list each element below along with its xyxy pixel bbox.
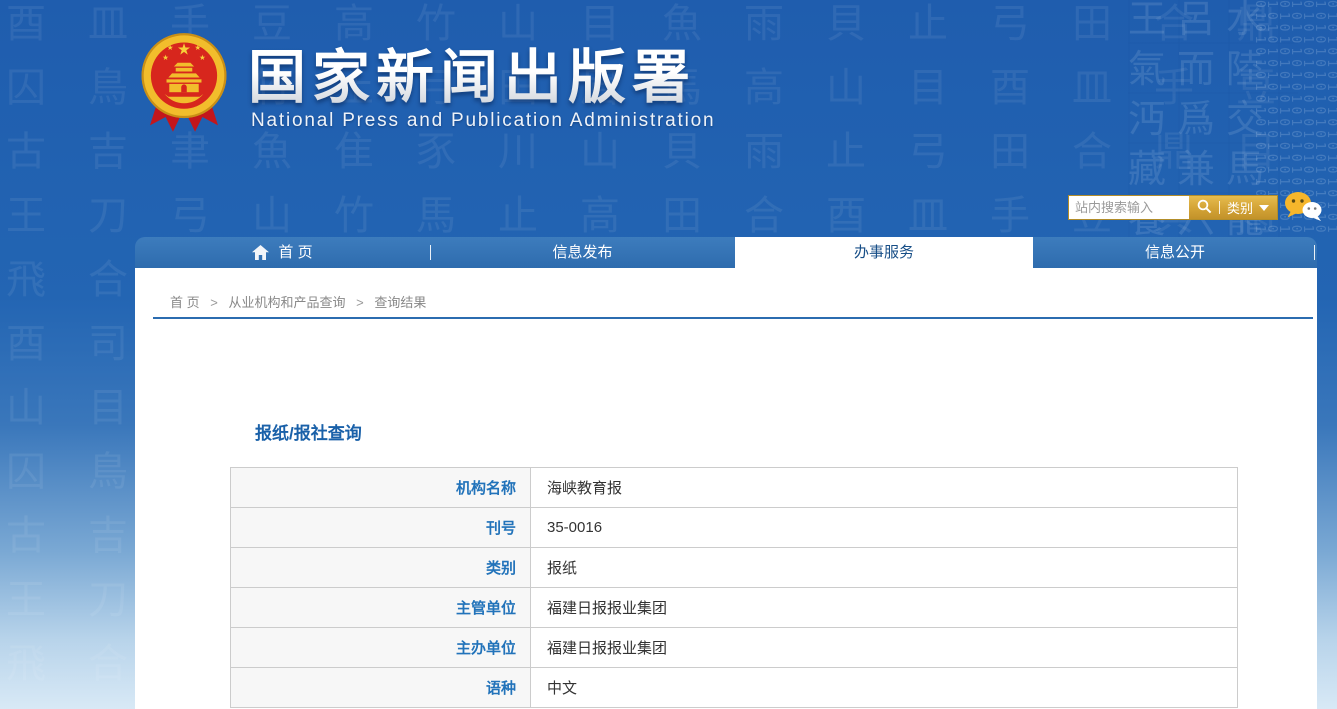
table-row: 类别 报纸: [230, 547, 1238, 588]
svg-text:★: ★: [162, 53, 169, 62]
breadcrumb-current: 查询结果: [374, 295, 427, 310]
svg-text:★: ★: [199, 53, 206, 62]
nav-item-label: 信息发布: [552, 244, 613, 261]
query-result-table: 机构名称 海峡教育报 刊号 35-0016 类别 报纸 主管单位 福建日报报业集…: [230, 467, 1238, 708]
field-value: 35-0016: [530, 507, 1238, 548]
svg-text:★: ★: [177, 41, 191, 58]
wechat-icon[interactable]: [1283, 190, 1323, 222]
page: 酉皿手豆高竹山目魚雨貝止弓田合鼎 囚鳥月竹止弓田眉馬高山目酉皿手豆 古吉聿魚隹豕…: [0, 0, 1337, 709]
table-row: 主管单位 福建日报报业集团: [230, 587, 1238, 628]
page-title: 报纸/报社查询: [255, 424, 362, 443]
svg-text:★: ★: [194, 43, 201, 52]
search-controls: 类别: [1189, 196, 1278, 219]
search-divider: [1219, 201, 1220, 214]
field-value: 中文: [530, 667, 1238, 708]
breadcrumb-home[interactable]: 首 页: [170, 295, 200, 310]
nav-item-xinxifabu[interactable]: 信息发布: [430, 237, 735, 268]
field-value: 海峡教育报: [530, 467, 1238, 508]
search-icon: [1197, 199, 1212, 217]
table-row: 语种 中文: [230, 667, 1238, 708]
field-value: 报纸: [530, 547, 1238, 588]
nav-item-home[interactable]: 首 页: [135, 237, 430, 268]
breadcrumb-separator: >: [356, 295, 364, 310]
site-title: 国家新闻出版署: [248, 30, 696, 114]
category-label: 类别: [1227, 201, 1254, 216]
breadcrumb-rule: [153, 317, 1313, 319]
nav-item-label: 信息公开: [1144, 244, 1205, 261]
content-panel: 首 页 > 从业机构和产品查询 > 查询结果 报纸/报社查询 机构名称 海峡教育…: [135, 268, 1317, 709]
svg-text:★: ★: [167, 43, 174, 52]
table-row: 主办单位 福建日报报业集团: [230, 627, 1238, 668]
field-value: 福建日报报业集团: [530, 587, 1238, 628]
nav-item-label: 首 页: [278, 244, 313, 261]
search-input[interactable]: [1069, 196, 1189, 219]
field-label: 机构名称: [230, 467, 531, 508]
nav-divider: [1314, 245, 1315, 260]
search-button[interactable]: [1197, 199, 1212, 217]
table-row: 刊号 35-0016: [230, 507, 1238, 548]
category-dropdown[interactable]: 类别: [1227, 198, 1270, 217]
field-label: 语种: [230, 667, 531, 708]
nav-item-xinxigongkai[interactable]: 信息公开: [1033, 237, 1317, 268]
site-subtitle: National Press and Publication Administr…: [251, 110, 716, 131]
breadcrumb: 首 页 > 从业机构和产品查询 > 查询结果: [170, 292, 426, 311]
table-row: 机构名称 海峡教育报: [230, 467, 1238, 508]
field-label: 类别: [230, 547, 531, 588]
home-icon: [252, 245, 270, 260]
national-emblem-logo[interactable]: ★ ★ ★ ★ ★: [138, 26, 230, 140]
breadcrumb-separator: >: [210, 295, 218, 310]
nav-item-banshifuwu[interactable]: 办事服务: [735, 237, 1033, 268]
breadcrumb-query-section[interactable]: 从业机构和产品查询: [228, 295, 345, 310]
field-label: 主办单位: [230, 627, 531, 668]
main-nav: 首 页 信息发布 办事服务 信息公开: [135, 237, 1317, 268]
nav-item-label: 办事服务: [853, 244, 914, 261]
field-label: 主管单位: [230, 587, 531, 628]
field-label: 刊号: [230, 507, 531, 548]
field-value: 福建日报报业集团: [530, 627, 1238, 668]
nav-divider: [430, 245, 431, 260]
chevron-down-icon: [1259, 204, 1270, 211]
site-search: 类别: [1068, 195, 1279, 220]
